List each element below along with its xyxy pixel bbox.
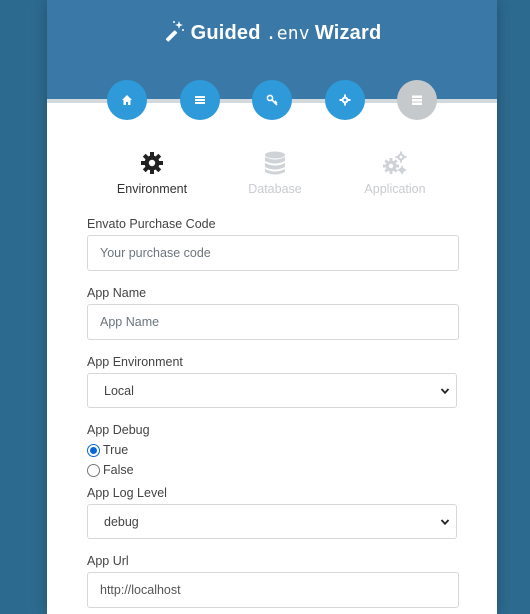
gear-icon [339, 94, 351, 106]
purchase-code-label: Envato Purchase Code [87, 217, 216, 231]
radio-false[interactable] [87, 463, 100, 477]
cogs-icon [383, 151, 407, 175]
app-debug-true-option[interactable]: True [87, 443, 128, 457]
wizard-title: Guided .env Wizard [47, 20, 497, 45]
app-debug-label: App Debug [87, 423, 150, 437]
step-gear[interactable] [325, 80, 365, 120]
radio-true-label: True [103, 443, 129, 457]
magic-wand-icon [163, 20, 185, 42]
app-log-level-select[interactable]: debug [87, 504, 457, 539]
app-name-label: App Name [87, 286, 147, 300]
step-home[interactable] [107, 80, 147, 120]
home-icon [122, 95, 132, 105]
tab-database[interactable]: Database [215, 150, 335, 196]
step-key[interactable] [252, 80, 292, 120]
app-log-level-label: App Log Level [87, 486, 167, 500]
radio-true[interactable] [87, 443, 100, 457]
step-server[interactable] [397, 80, 437, 120]
server-icon [412, 95, 422, 105]
radio-false-label: False [103, 463, 134, 477]
app-url-label: App Url [87, 554, 129, 568]
app-name-input[interactable] [87, 304, 459, 340]
wizard-tabs: Environment Database Application [87, 150, 457, 200]
app-url-input[interactable] [87, 572, 459, 608]
key-icon [266, 94, 278, 106]
app-environment-label: App Environment [87, 355, 183, 369]
tab-database-label: Database [248, 182, 302, 196]
app-debug-false-option[interactable]: False [87, 463, 134, 477]
app-log-level-value: debug [104, 514, 139, 529]
title-env: .env [265, 23, 310, 44]
tab-application[interactable]: Application [335, 150, 455, 196]
tab-environment[interactable]: Environment [92, 150, 212, 196]
app-environment-select[interactable]: Local [87, 373, 457, 408]
step-list[interactable] [180, 80, 220, 120]
tab-environment-label: Environment [116, 182, 188, 196]
chevron-down-icon [440, 519, 450, 526]
wizard-steps [47, 80, 497, 122]
purchase-code-input[interactable] [87, 235, 459, 271]
title-suffix: Wizard [314, 22, 382, 44]
tab-application-label: Application [364, 182, 426, 196]
app-environment-value: Local [104, 383, 134, 398]
database-icon [265, 151, 285, 175]
chevron-down-icon [440, 388, 450, 395]
title-prefix: Guided [190, 22, 261, 44]
list-icon [195, 96, 205, 104]
wizard-card: Guided .env Wizard Environment Database … [47, 0, 497, 614]
gear-icon [141, 152, 163, 174]
